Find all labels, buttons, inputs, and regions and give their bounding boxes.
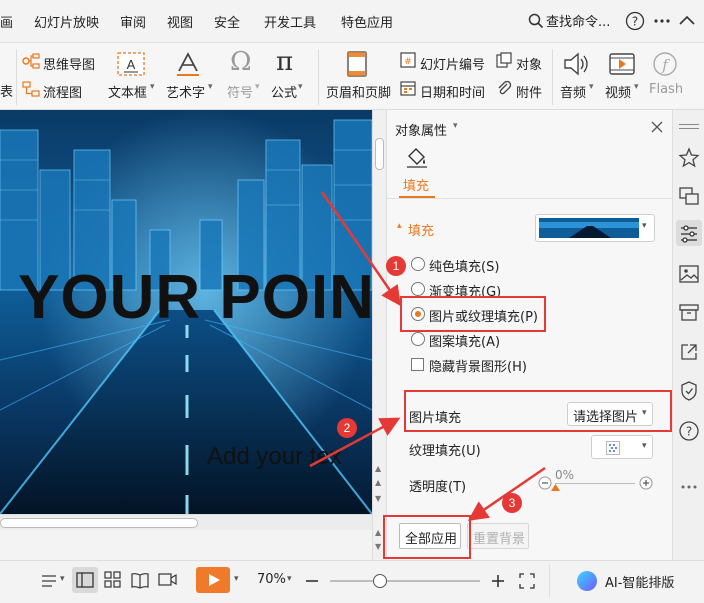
zoom-in-icon[interactable] — [490, 573, 506, 589]
annotation-badge-3: 3 — [502, 493, 522, 513]
annotation-badge-1: 1 — [386, 256, 406, 276]
zoom-slider-track[interactable] — [330, 580, 480, 582]
status-divider — [549, 565, 550, 597]
zoom-dropdown-icon[interactable]: ▾ — [287, 574, 292, 584]
zoom-out-icon[interactable] — [304, 573, 320, 589]
play-slideshow-button[interactable] — [196, 567, 230, 593]
slide-sorter-icon[interactable] — [104, 571, 122, 589]
presenter-view-icon[interactable] — [158, 571, 178, 589]
fit-window-icon[interactable] — [518, 572, 536, 590]
annotation-box-apply-all — [383, 515, 471, 559]
annotation-box-picture-fill — [400, 296, 546, 332]
annotation-box-picture-select — [404, 390, 672, 432]
status-bar: ▾ ▾ 70% ▾ AI-智能排版 — [0, 560, 704, 603]
annotation-arrows — [309, 191, 546, 521]
normal-view-icon[interactable] — [76, 571, 94, 589]
annotation-arrow-1 — [320, 191, 401, 307]
notes-dropdown-icon[interactable]: ▾ — [60, 574, 65, 584]
annotation-badge-2: 2 — [337, 418, 357, 438]
zoom-level[interactable]: 70% — [257, 572, 286, 587]
notes-toggle-icon[interactable] — [40, 573, 60, 589]
ai-layout-button[interactable]: AI-智能排版 — [605, 572, 674, 591]
zoom-slider-handle[interactable] — [373, 574, 387, 588]
play-dropdown-icon[interactable]: ▾ — [234, 574, 239, 584]
reading-view-icon[interactable] — [131, 571, 149, 589]
ai-logo-icon[interactable] — [576, 570, 598, 592]
play-icon — [209, 574, 220, 586]
